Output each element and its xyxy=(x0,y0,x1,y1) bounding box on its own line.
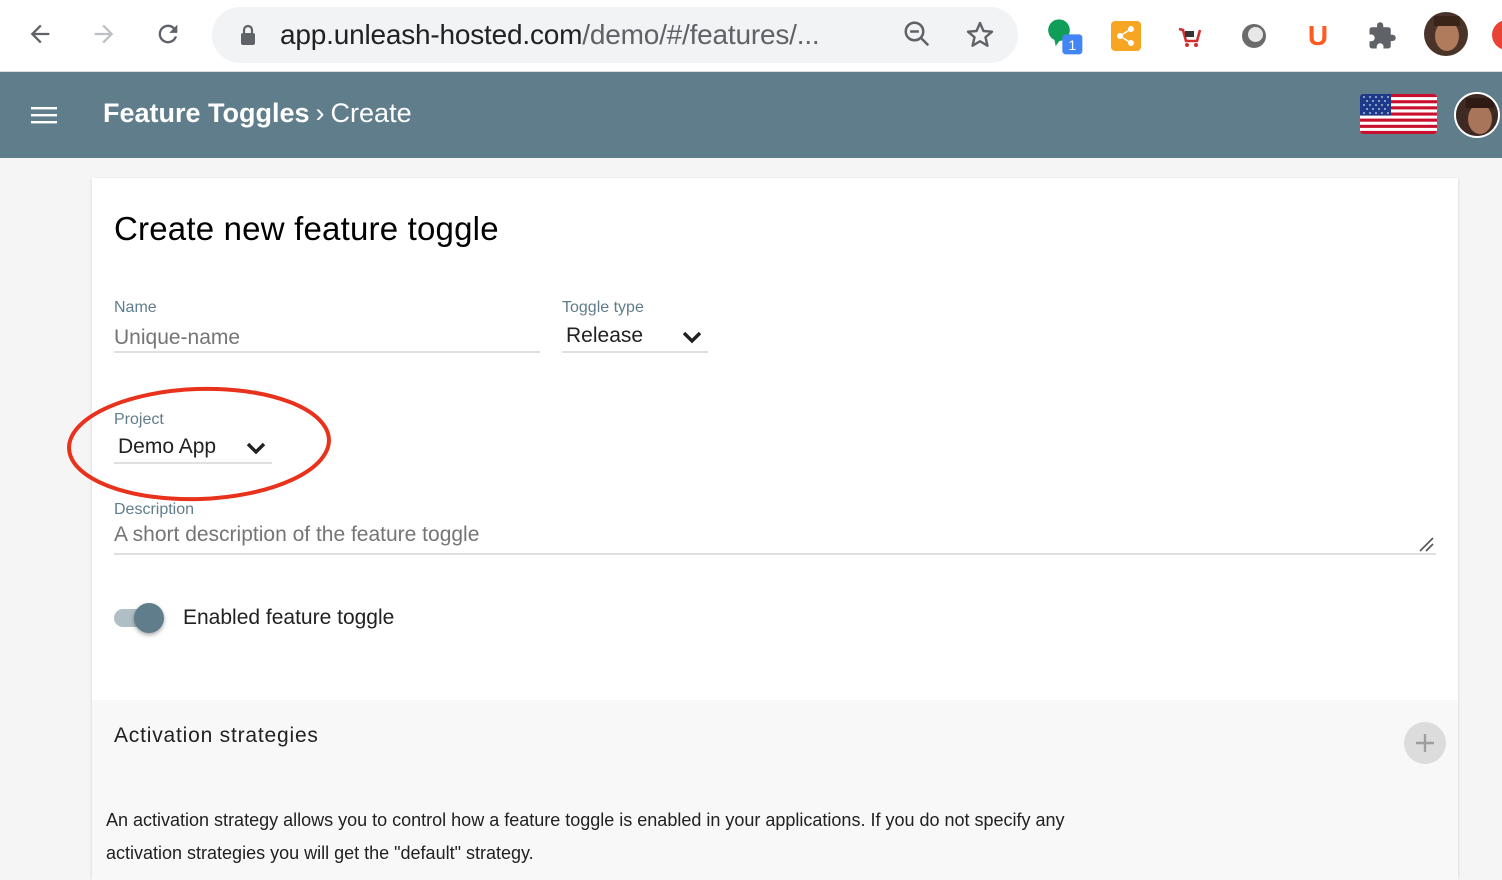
extensions-button[interactable] xyxy=(1362,14,1402,58)
project-label: Project xyxy=(114,411,164,428)
language-flag-button[interactable] xyxy=(1360,94,1437,134)
breadcrumb-feature-toggles[interactable]: Feature Toggles xyxy=(103,98,310,128)
switch-thumb xyxy=(134,603,164,633)
lock-icon xyxy=(241,24,255,45)
project-select[interactable]: Demo App xyxy=(114,431,272,465)
description-textarea[interactable] xyxy=(114,523,1414,553)
toggle-type-underline xyxy=(562,351,708,353)
arrow-left-icon xyxy=(30,24,50,44)
cart-extension-button[interactable] xyxy=(1170,14,1210,58)
browser-toolbar: app.unleash-hosted.com/demo/#/features/.… xyxy=(0,0,1502,72)
puzzle-piece-icon xyxy=(1369,22,1396,49)
strategies-description: An activation strategy allows you to con… xyxy=(106,810,1065,863)
page-title: Feature Toggles › Create xyxy=(103,98,412,129)
chevron-down-icon xyxy=(246,442,266,455)
arrow-right-icon xyxy=(94,24,114,44)
name-underline xyxy=(114,351,540,353)
project-underline xyxy=(114,462,272,464)
menu-button[interactable] xyxy=(24,95,64,135)
add-strategy-button[interactable] xyxy=(1404,722,1446,764)
name-label: Name xyxy=(114,299,157,316)
project-value: Demo App xyxy=(118,435,217,458)
plus-icon xyxy=(1416,734,1434,752)
breadcrumb-separator: › xyxy=(315,98,325,128)
zoom-out-icon[interactable] xyxy=(902,19,932,49)
app-header: Feature Toggles › Create xyxy=(0,72,1502,158)
activation-strategies-section: Activation strategies An activation stra… xyxy=(92,700,1458,880)
chevron-down-icon xyxy=(682,331,702,344)
strategies-heading: Activation strategies xyxy=(114,724,319,747)
svg-text:1: 1 xyxy=(1068,38,1076,54)
profile-photo-icon xyxy=(1424,12,1468,56)
chat-bubble-icon: 1 xyxy=(1048,19,1083,55)
create-toggle-card: Create new feature toggle Name Toggle ty… xyxy=(92,178,1458,880)
toggle-type-select[interactable]: Release xyxy=(562,320,708,354)
description-underline xyxy=(114,553,1436,555)
breadcrumb-create: Create xyxy=(330,98,412,128)
enabled-switch-label: Enabled feature toggle xyxy=(183,606,395,629)
chat-extension-button[interactable]: 1 xyxy=(1044,14,1084,58)
toggle-type-label: Toggle type xyxy=(562,299,644,316)
shopping-cart-icon xyxy=(1178,27,1202,47)
u-extension-button[interactable]: U xyxy=(1298,14,1338,58)
share-nodes-icon xyxy=(1111,21,1141,51)
back-button[interactable] xyxy=(20,14,60,54)
resize-handle-icon[interactable] xyxy=(1418,536,1434,552)
address-bar[interactable]: app.unleash-hosted.com/demo/#/features/.… xyxy=(212,7,1018,63)
name-input[interactable] xyxy=(114,323,539,353)
url-text: app.unleash-hosted.com/demo/#/features/.… xyxy=(280,19,820,50)
hamburger-menu-icon xyxy=(31,107,57,124)
browser-profile-avatar[interactable] xyxy=(1424,12,1468,56)
form-heading: Create new feature toggle xyxy=(114,210,499,247)
forward-button[interactable] xyxy=(84,14,124,54)
u-logo-icon: U xyxy=(1307,20,1329,51)
user-photo-icon xyxy=(1456,94,1498,136)
user-avatar[interactable] xyxy=(1454,92,1500,138)
us-flag-icon xyxy=(1360,94,1437,134)
browser-menu-indicator[interactable] xyxy=(1492,20,1502,50)
share-extension-button[interactable] xyxy=(1106,14,1146,58)
description-label: Description xyxy=(114,501,195,518)
bookmark-star-icon[interactable] xyxy=(964,19,996,51)
toggle-type-value: Release xyxy=(566,324,644,347)
enabled-switch[interactable] xyxy=(114,603,166,633)
circle-extension-button[interactable] xyxy=(1234,14,1274,58)
ring-icon xyxy=(1242,24,1266,48)
reload-button[interactable] xyxy=(148,14,188,54)
reload-icon xyxy=(158,24,178,44)
